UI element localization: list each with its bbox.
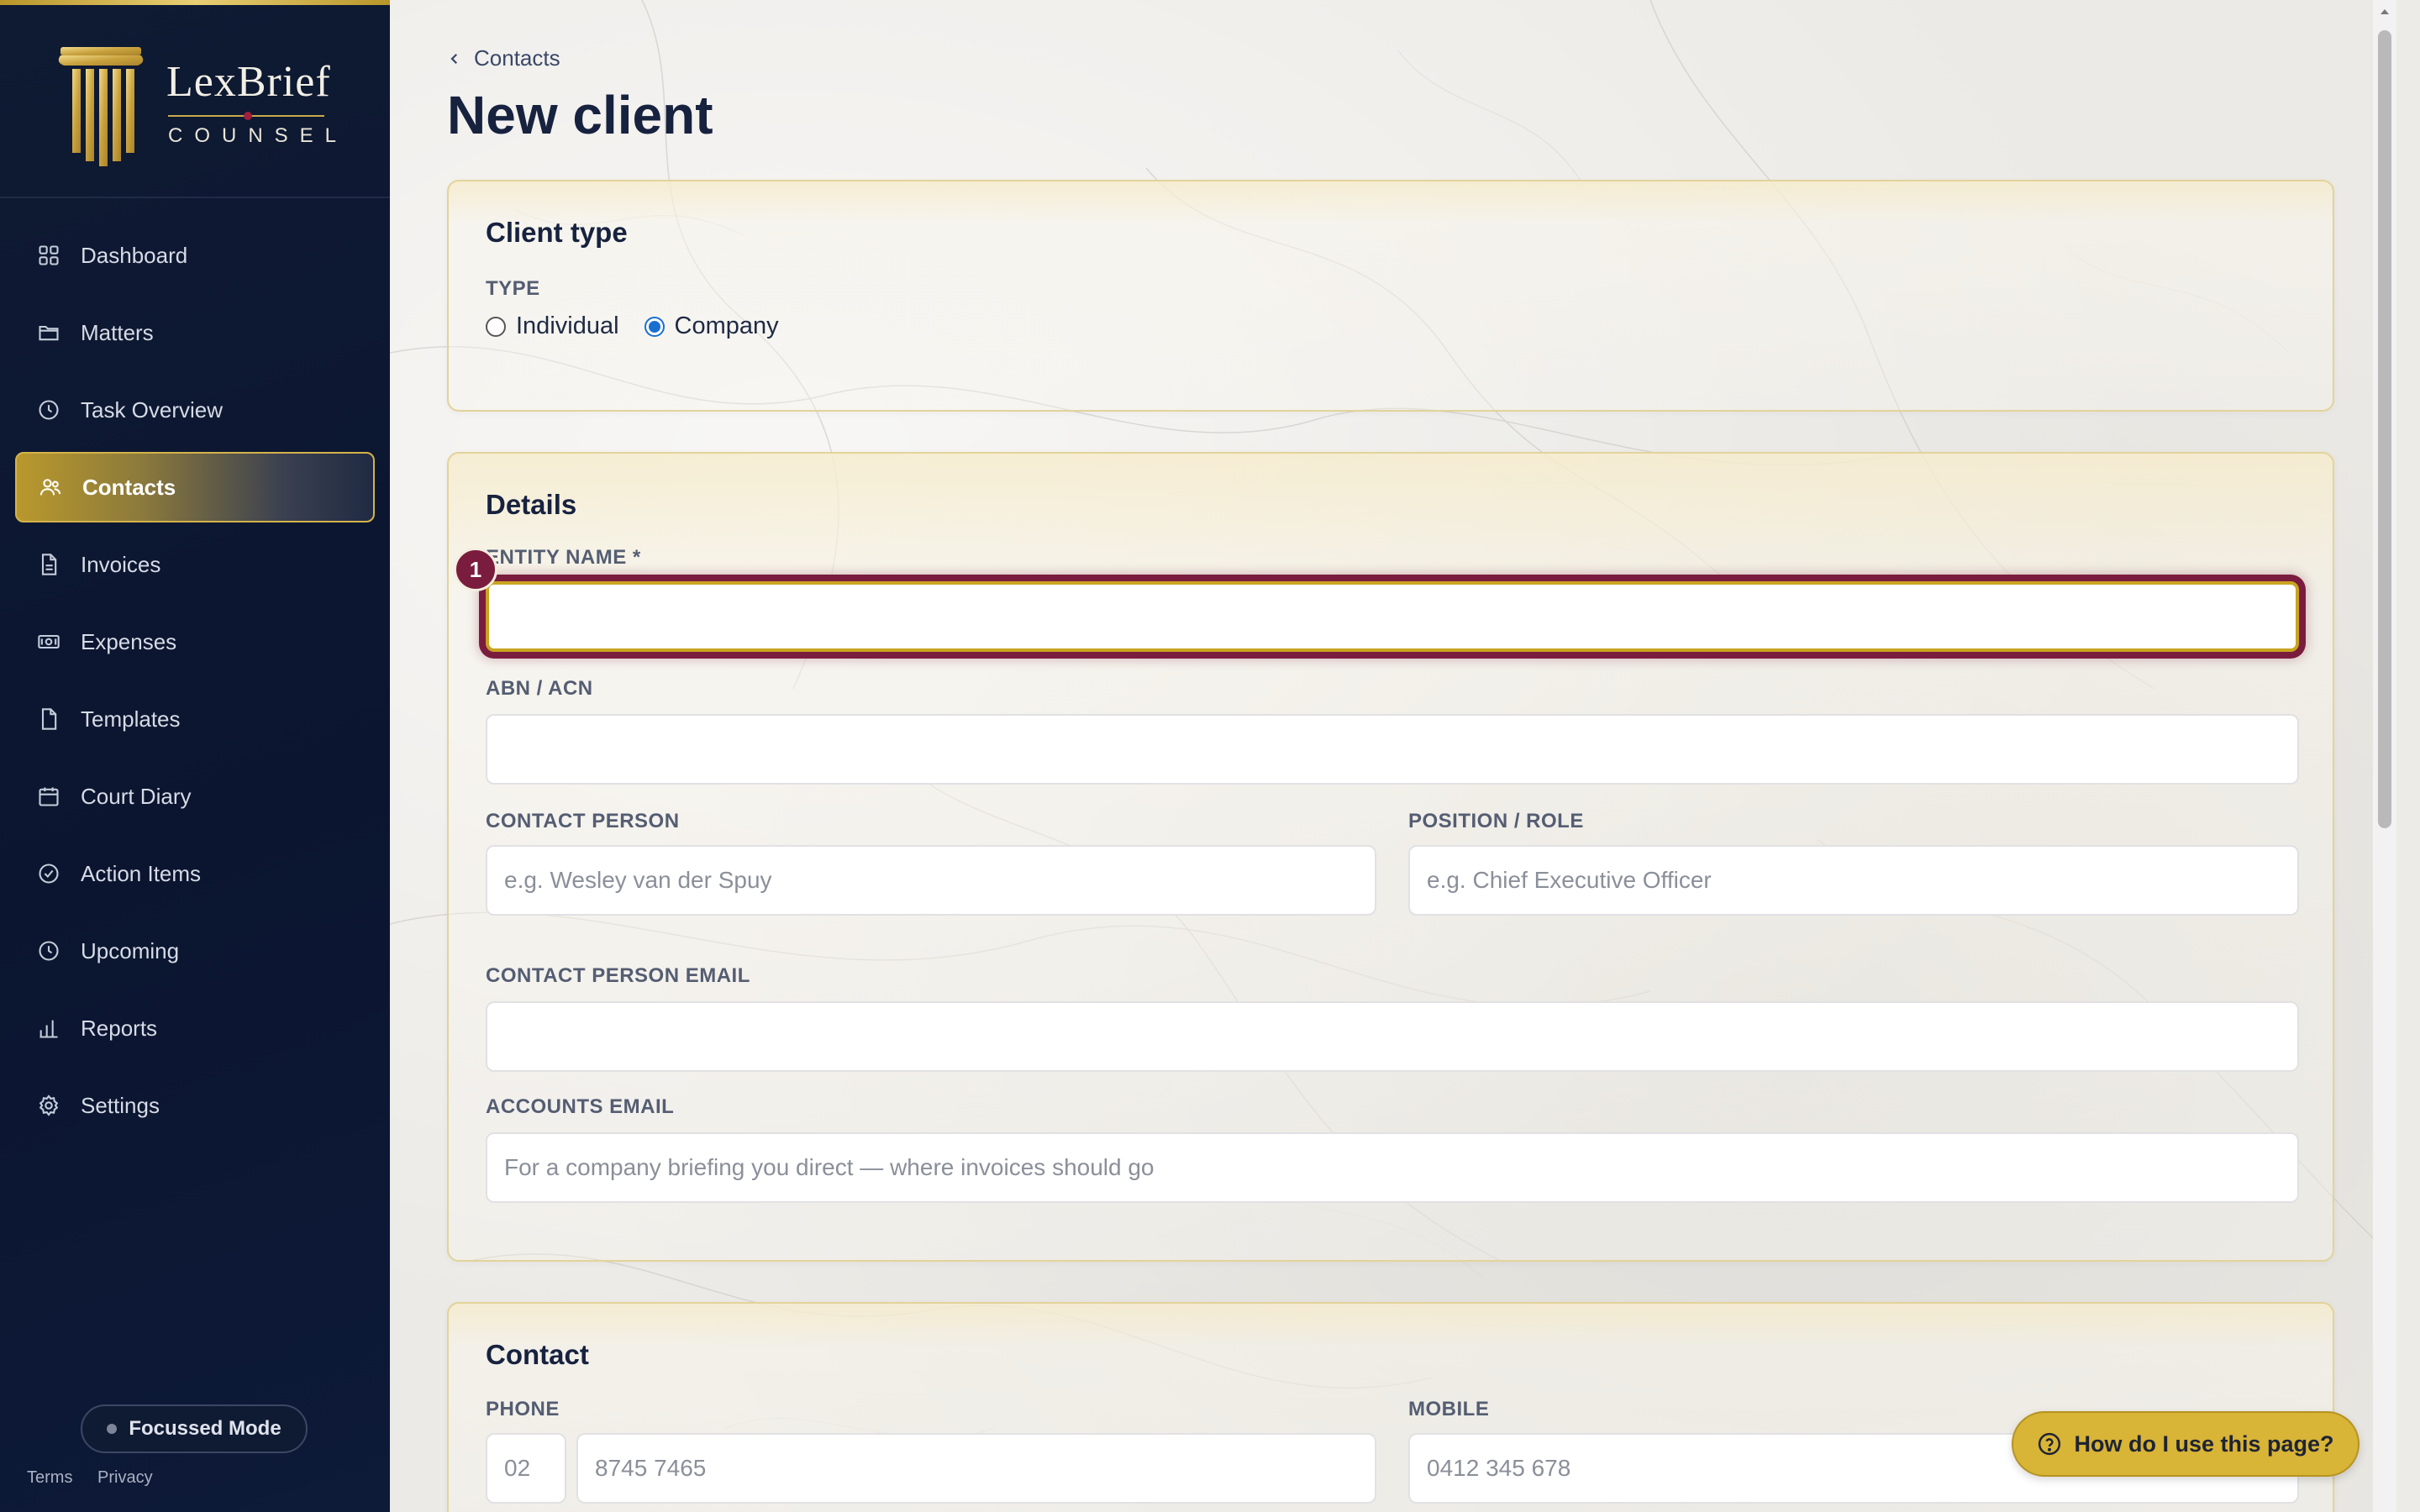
contact-card: Contact PHONE MOBILE — [447, 1302, 2334, 1512]
sidebar-item-contacts[interactable]: Contacts — [15, 452, 375, 522]
mobile-label: MOBILE — [1408, 1398, 1490, 1420]
scrollbar[interactable] — [2373, 0, 2396, 1512]
check-circle-icon — [35, 860, 62, 887]
help-button-label: How do I use this page? — [2074, 1431, 2334, 1457]
sidebar-item-label: Contacts — [82, 474, 176, 500]
sidebar-item-invoices[interactable]: Invoices — [15, 529, 375, 600]
brand-dot — [244, 112, 252, 120]
entity-name-label: ENTITY NAME * — [486, 546, 641, 569]
scroll-up-arrow-icon[interactable] — [2378, 5, 2391, 18]
accounts-email-input[interactable] — [486, 1132, 2299, 1203]
radio-company-circle[interactable] — [644, 316, 665, 337]
sidebar-item-label: Expenses — [81, 628, 177, 654]
sidebar: LexBrief COUNSEL Dashboard Matters Task … — [0, 0, 390, 1512]
scrollbar-thumb[interactable] — [2378, 30, 2391, 828]
radio-individual-label: Individual — [516, 312, 619, 339]
status-dot-icon — [107, 1424, 118, 1434]
sidebar-item-label: Action Items — [81, 860, 202, 886]
sidebar-item-label: Reports — [81, 1015, 158, 1041]
sidebar-item-label: Task Overview — [81, 396, 224, 423]
question-circle-icon — [2039, 1432, 2061, 1456]
calendar-icon — [35, 783, 62, 810]
privacy-link[interactable]: Privacy — [97, 1468, 153, 1487]
contact-person-input[interactable] — [486, 845, 1376, 916]
sidebar-item-matters[interactable]: Matters — [15, 297, 375, 368]
contact-person-label: CONTACT PERSON — [486, 810, 680, 832]
sidebar-item-settings[interactable]: Settings — [15, 1070, 375, 1141]
sidebar-item-label: Invoices — [81, 551, 161, 577]
position-role-input[interactable] — [1408, 845, 2299, 916]
main-content: Contacts New client Client type TYPE Ind… — [390, 0, 2396, 1512]
client-type-radio-group: Individual Company — [486, 312, 804, 340]
file-icon — [35, 706, 62, 732]
phone-area-code-input[interactable] — [486, 1433, 566, 1504]
details-heading: Details — [486, 489, 577, 520]
sidebar-item-task-overview[interactable]: Task Overview — [15, 375, 375, 445]
pillar-logo-icon — [58, 47, 144, 166]
clock-icon — [35, 937, 62, 964]
radio-company-label: Company — [674, 312, 779, 339]
banknote-icon — [35, 628, 62, 655]
users-icon — [37, 474, 64, 501]
page-title: New client — [447, 85, 713, 145]
help-button[interactable]: How do I use this page? — [2012, 1411, 2360, 1477]
contact-person-email-label: CONTACT PERSON EMAIL — [486, 964, 750, 987]
contact-heading: Contact — [486, 1339, 589, 1370]
entity-name-input[interactable] — [486, 581, 2299, 652]
brand[interactable]: LexBrief COUNSEL — [0, 5, 390, 198]
bar-chart-icon — [35, 1015, 62, 1042]
radio-individual[interactable]: Individual — [486, 312, 619, 340]
clock-icon — [35, 396, 62, 423]
client-type-card: Client type TYPE Individual Company — [447, 180, 2334, 412]
contact-person-email-input[interactable] — [486, 1001, 2299, 1072]
position-role-label: POSITION / ROLE — [1408, 810, 1584, 832]
sidebar-item-expenses[interactable]: Expenses — [15, 606, 375, 677]
sidebar-item-label: Matters — [81, 319, 154, 345]
sidebar-item-dashboard[interactable]: Dashboard — [15, 220, 375, 291]
focussed-mode-label: Focussed Mode — [129, 1417, 281, 1440]
accounts-email-label: ACCOUNTS EMAIL — [486, 1095, 675, 1118]
sidebar-item-court-diary[interactable]: Court Diary — [15, 761, 375, 832]
sidebar-item-label: Court Diary — [81, 783, 192, 809]
type-label: TYPE — [486, 277, 540, 300]
sidebar-item-templates[interactable]: Templates — [15, 684, 375, 754]
focussed-mode-button[interactable]: Focussed Mode — [81, 1404, 308, 1453]
grid-icon — [35, 242, 62, 269]
sidebar-item-label: Settings — [81, 1092, 160, 1118]
breadcrumb-contacts-link[interactable]: Contacts — [474, 45, 560, 71]
client-type-heading: Client type — [486, 217, 628, 248]
abn-acn-label: ABN / ACN — [486, 677, 593, 700]
sidebar-item-label: Dashboard — [81, 242, 188, 268]
folder-icon — [35, 319, 62, 346]
radio-individual-circle[interactable] — [486, 316, 506, 337]
step-badge: 1 — [454, 548, 497, 591]
terms-link[interactable]: Terms — [27, 1468, 72, 1487]
brand-subtitle: COUNSEL — [168, 124, 349, 147]
abn-acn-input[interactable] — [486, 714, 2299, 785]
radio-company[interactable]: Company — [644, 312, 779, 340]
file-text-icon — [35, 551, 62, 578]
footer-links: Terms Privacy — [27, 1468, 173, 1488]
phone-number-input[interactable] — [576, 1433, 1376, 1504]
sidebar-item-label: Templates — [81, 706, 181, 732]
chevron-left-icon — [447, 51, 462, 66]
gear-icon — [35, 1092, 62, 1119]
sidebar-item-label: Upcoming — [81, 937, 180, 963]
sidebar-item-upcoming[interactable]: Upcoming — [15, 916, 375, 986]
brand-name: LexBrief — [166, 58, 331, 106]
sidebar-item-reports[interactable]: Reports — [15, 993, 375, 1063]
sidebar-item-action-items[interactable]: Action Items — [15, 838, 375, 909]
phone-label: PHONE — [486, 1398, 560, 1420]
breadcrumb[interactable]: Contacts — [447, 45, 560, 71]
details-card: Details ENTITY NAME * ABN / ACN CONTACT … — [447, 452, 2334, 1262]
